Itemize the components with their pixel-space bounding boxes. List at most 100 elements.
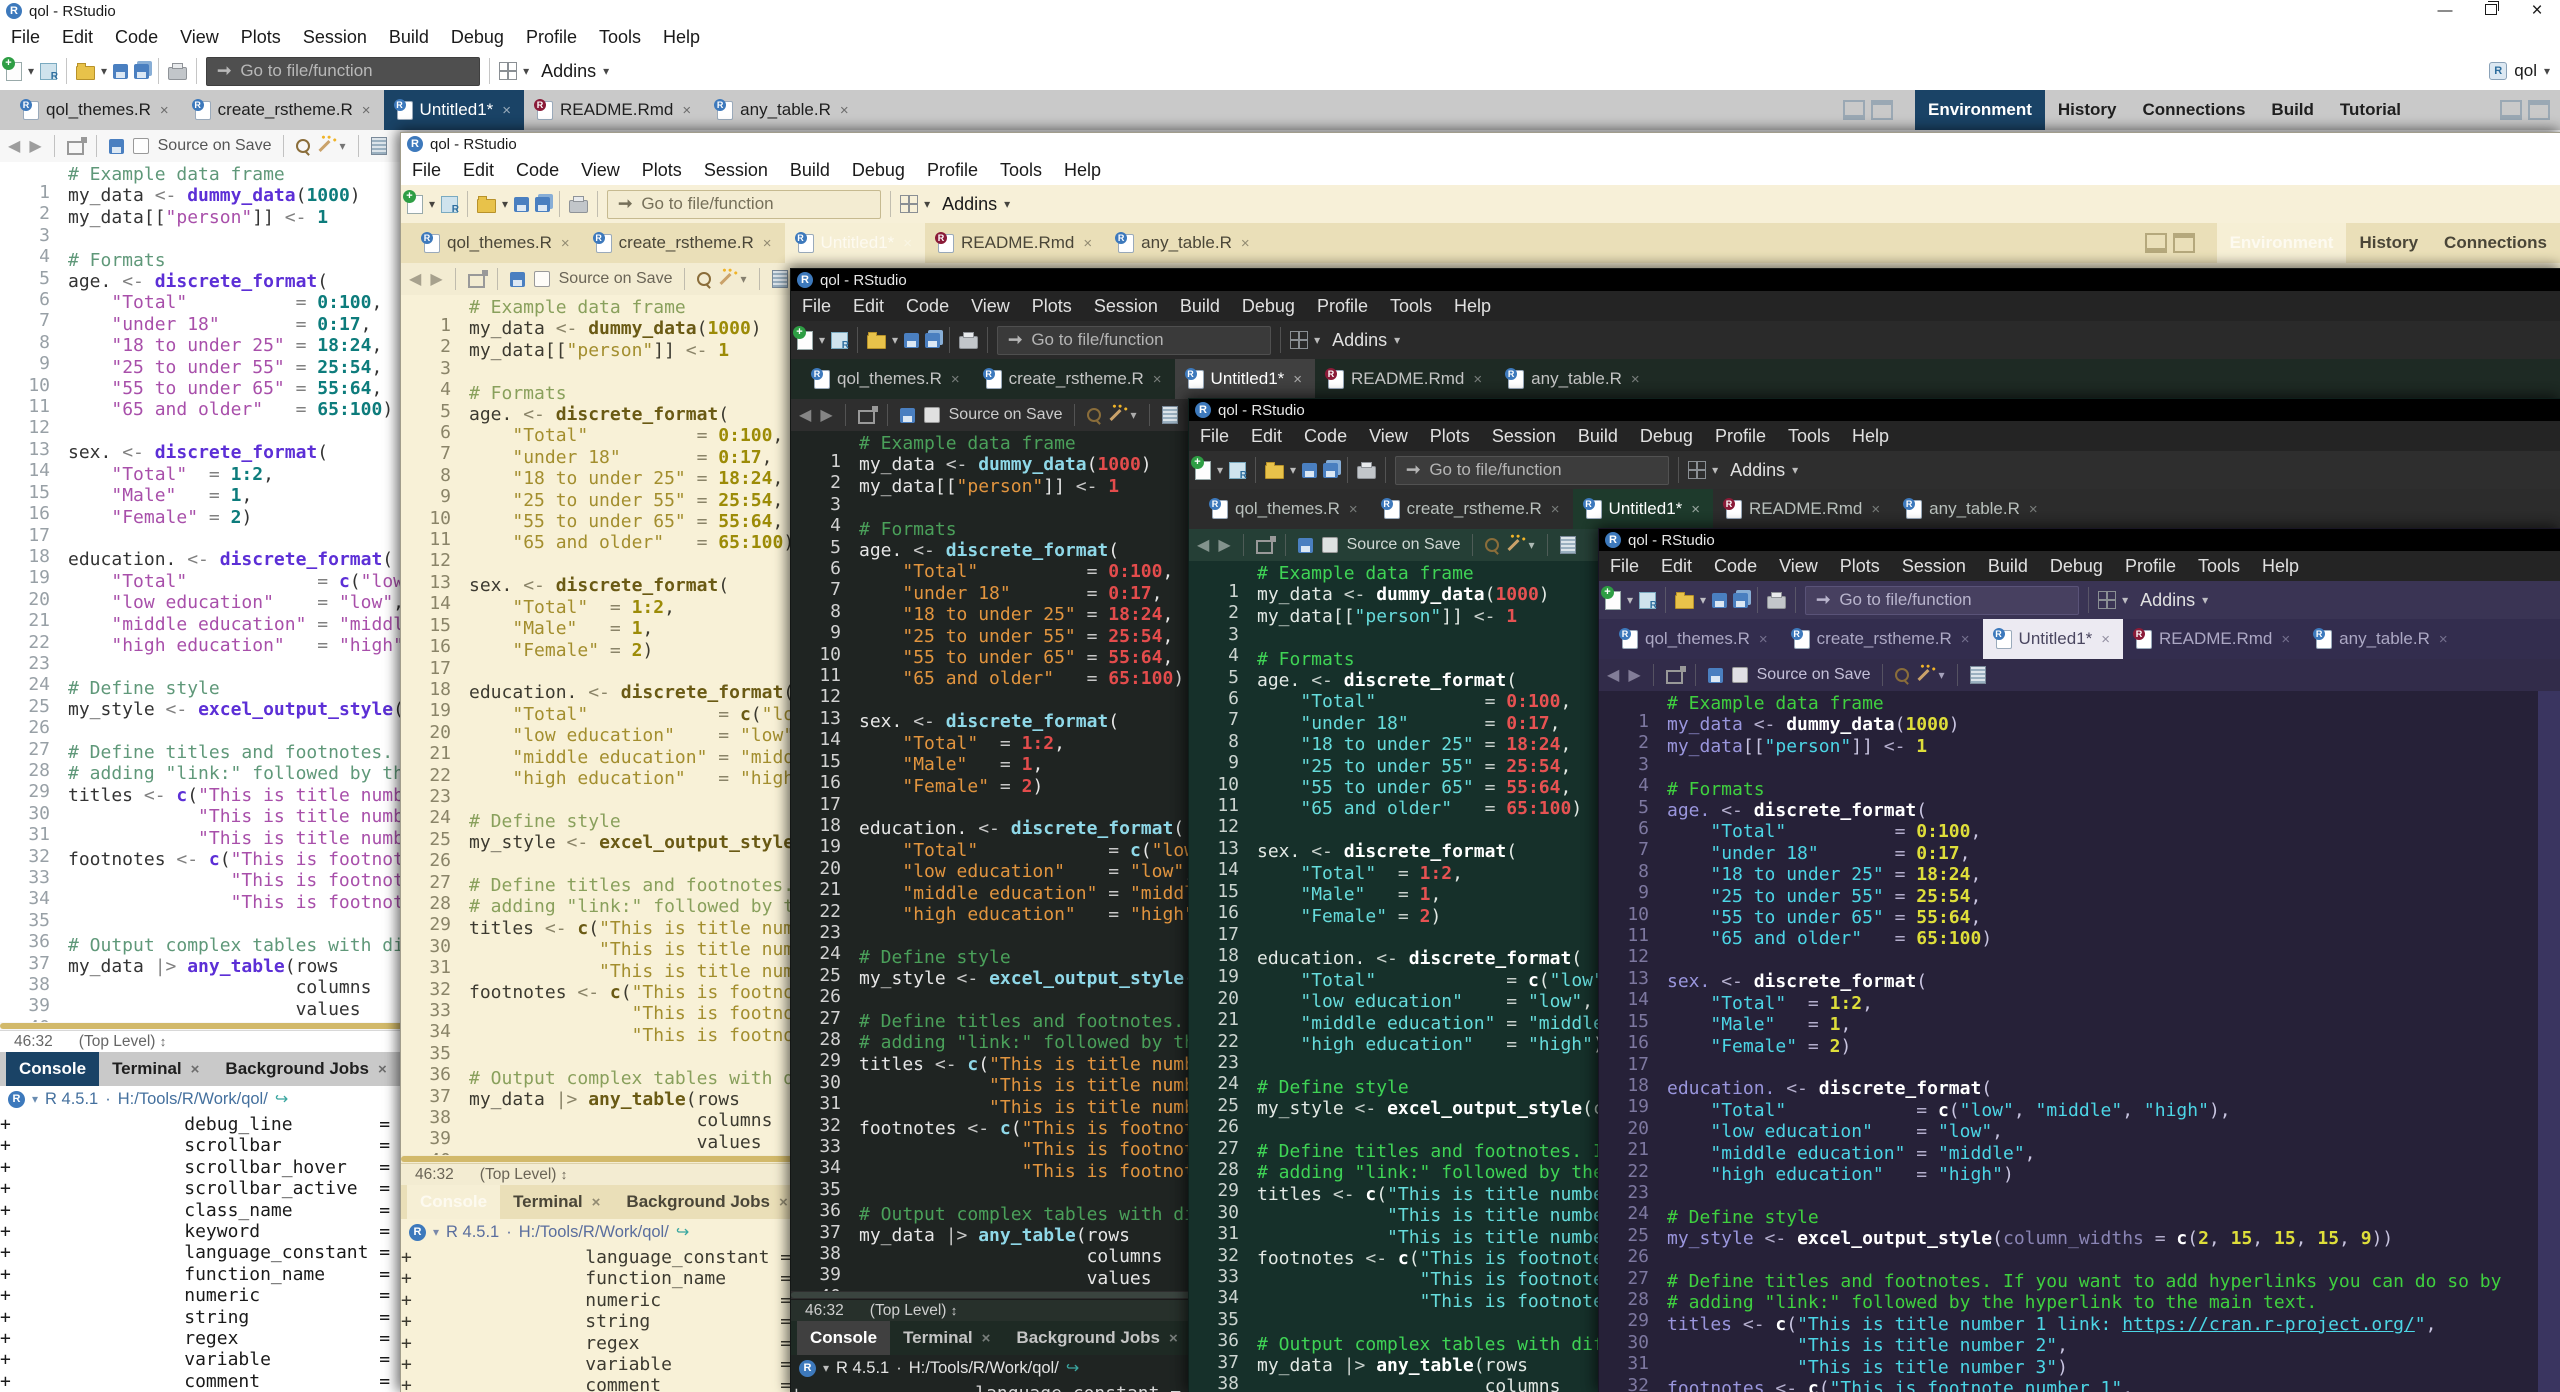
- tab-close-icon[interactable]: ×: [502, 102, 511, 119]
- menu-item-debug[interactable]: Debug: [841, 155, 916, 185]
- pane-minimize-icon[interactable]: [2500, 100, 2522, 120]
- pane-restore-icon[interactable]: [2528, 100, 2550, 120]
- console-tab-terminal[interactable]: Terminal×: [890, 1321, 1003, 1355]
- file-tab-any-table-r[interactable]: any_table.R×: [704, 90, 862, 130]
- magic-wand-icon[interactable]: [1508, 539, 1520, 551]
- menu-item-plots[interactable]: Plots: [631, 155, 693, 185]
- minimize-button[interactable]: —: [2422, 0, 2468, 22]
- save-icon[interactable]: [1302, 463, 1317, 478]
- source-save-checkbox[interactable]: [924, 407, 940, 423]
- menu-item-profile[interactable]: Profile: [2114, 551, 2187, 581]
- menu-item-debug[interactable]: Debug: [1629, 421, 1704, 451]
- menu-item-file[interactable]: File: [1599, 551, 1650, 581]
- search-icon[interactable]: [1895, 668, 1909, 682]
- file-tab-qol-themes-r[interactable]: qol_themes.R×: [411, 223, 583, 263]
- console-tab-background-jobs[interactable]: Background Jobs×: [613, 1185, 800, 1219]
- new-file-icon[interactable]: [1605, 591, 1621, 610]
- open-folder-icon[interactable]: [1265, 465, 1284, 479]
- goto-file-input[interactable]: ➞Go to file/function: [1805, 586, 2079, 615]
- pane-restore-icon[interactable]: [2173, 233, 2195, 253]
- save-icon[interactable]: [900, 408, 915, 423]
- magic-wand-icon[interactable]: [1110, 409, 1122, 421]
- panes-grid-icon[interactable]: [900, 195, 918, 213]
- compile-notebook-icon[interactable]: [1560, 536, 1576, 554]
- file-tab-any-table-r[interactable]: any_table.R×: [1495, 359, 1653, 399]
- menu-item-profile[interactable]: Profile: [916, 155, 989, 185]
- chevron-down-icon[interactable]: ▾: [28, 64, 34, 78]
- tab-close-icon[interactable]: ×: [362, 102, 371, 119]
- new-file-icon[interactable]: [407, 195, 423, 214]
- forward-icon[interactable]: ▶: [430, 269, 442, 289]
- menu-item-debug[interactable]: Debug: [440, 22, 515, 52]
- menu-item-code[interactable]: Code: [895, 291, 960, 321]
- print-icon[interactable]: [569, 200, 588, 213]
- pane-minimize-icon[interactable]: [1843, 100, 1865, 120]
- menu-item-file[interactable]: File: [1189, 421, 1240, 451]
- goto-file-input[interactable]: ➞Go to file/function: [607, 190, 881, 219]
- source-save-checkbox[interactable]: [1322, 537, 1338, 553]
- env-tab-history[interactable]: History: [2045, 90, 2130, 130]
- compile-notebook-icon[interactable]: [1970, 666, 1986, 684]
- menu-item-tools[interactable]: Tools: [989, 155, 1053, 185]
- menu-item-plots[interactable]: Plots: [1829, 551, 1891, 581]
- magic-wand-icon[interactable]: [1918, 669, 1930, 681]
- file-tab-readme-rmd[interactable]: README.Rmd×: [524, 90, 704, 130]
- magic-wand-icon[interactable]: [720, 273, 732, 285]
- menu-item-build[interactable]: Build: [1977, 551, 2039, 581]
- menu-item-view[interactable]: View: [1358, 421, 1419, 451]
- new-file-icon[interactable]: [1195, 461, 1211, 480]
- file-tab-any-table-r[interactable]: any_table.R×: [2303, 619, 2461, 659]
- back-icon[interactable]: ◀: [8, 136, 20, 156]
- env-tab-tutorial[interactable]: Tutorial: [2327, 90, 2414, 130]
- chevron-down-icon[interactable]: ▾: [892, 333, 898, 347]
- menu-item-edit[interactable]: Edit: [1240, 421, 1293, 451]
- console-tab-background-jobs[interactable]: Background Jobs×: [1003, 1321, 1190, 1355]
- popout-icon[interactable]: [468, 274, 485, 288]
- console-tab-console[interactable]: Console: [6, 1052, 99, 1086]
- chevron-down-icon[interactable]: ▾: [2122, 593, 2128, 607]
- new-project-icon[interactable]: [441, 196, 458, 213]
- tab-close-icon[interactable]: ×: [982, 1330, 991, 1347]
- chevron-down-icon[interactable]: ▾: [339, 139, 345, 153]
- panes-grid-icon[interactable]: [2098, 591, 2116, 609]
- file-tab-qol-themes-r[interactable]: qol_themes.R×: [801, 359, 973, 399]
- compile-notebook-icon[interactable]: [772, 270, 788, 288]
- save-icon[interactable]: [1712, 593, 1727, 608]
- popout-icon[interactable]: [858, 410, 875, 424]
- addins-button[interactable]: Addins▾: [2134, 590, 2214, 611]
- file-tab-create-rstheme-r[interactable]: create_rstheme.R×: [583, 223, 785, 263]
- file-tab-readme-rmd[interactable]: README.Rmd×: [1713, 489, 1893, 529]
- console-tab-terminal[interactable]: Terminal×: [99, 1052, 212, 1086]
- menu-item-plots[interactable]: Plots: [230, 22, 292, 52]
- popout-icon[interactable]: [1256, 540, 1273, 554]
- menu-item-profile[interactable]: Profile: [515, 22, 588, 52]
- save-icon[interactable]: [1708, 668, 1723, 683]
- menu-item-help[interactable]: Help: [1053, 155, 1112, 185]
- tab-close-icon[interactable]: ×: [903, 235, 912, 252]
- tab-close-icon[interactable]: ×: [1691, 501, 1700, 518]
- print-icon[interactable]: [168, 67, 187, 80]
- compile-notebook-icon[interactable]: [1162, 406, 1178, 424]
- source-save-checkbox[interactable]: [133, 138, 149, 154]
- menu-item-tools[interactable]: Tools: [2187, 551, 2251, 581]
- menu-item-build[interactable]: Build: [378, 22, 440, 52]
- save-all-icon[interactable]: [925, 333, 940, 348]
- chevron-down-icon[interactable]: ▾: [32, 1092, 38, 1106]
- save-icon[interactable]: [1298, 538, 1313, 553]
- chevron-down-icon[interactable]: ▾: [101, 64, 107, 78]
- console-tab-terminal[interactable]: Terminal×: [500, 1185, 613, 1219]
- addins-button[interactable]: Addins▾: [535, 61, 615, 82]
- file-tab-any-table-r[interactable]: any_table.R×: [1893, 489, 2051, 529]
- new-project-icon[interactable]: [831, 332, 848, 349]
- menu-item-tools[interactable]: Tools: [1777, 421, 1841, 451]
- new-project-icon[interactable]: [1229, 462, 1246, 479]
- file-tab-create-rstheme-r[interactable]: create_rstheme.R×: [1371, 489, 1573, 529]
- save-icon[interactable]: [510, 272, 525, 287]
- menu-item-code[interactable]: Code: [1293, 421, 1358, 451]
- goto-file-input[interactable]: ➞Go to file/function: [997, 326, 1271, 355]
- new-file-icon[interactable]: [6, 62, 22, 81]
- menu-item-help[interactable]: Help: [1443, 291, 1502, 321]
- menu-item-plots[interactable]: Plots: [1419, 421, 1481, 451]
- save-icon[interactable]: [109, 139, 124, 154]
- back-icon[interactable]: ◀: [1197, 535, 1209, 555]
